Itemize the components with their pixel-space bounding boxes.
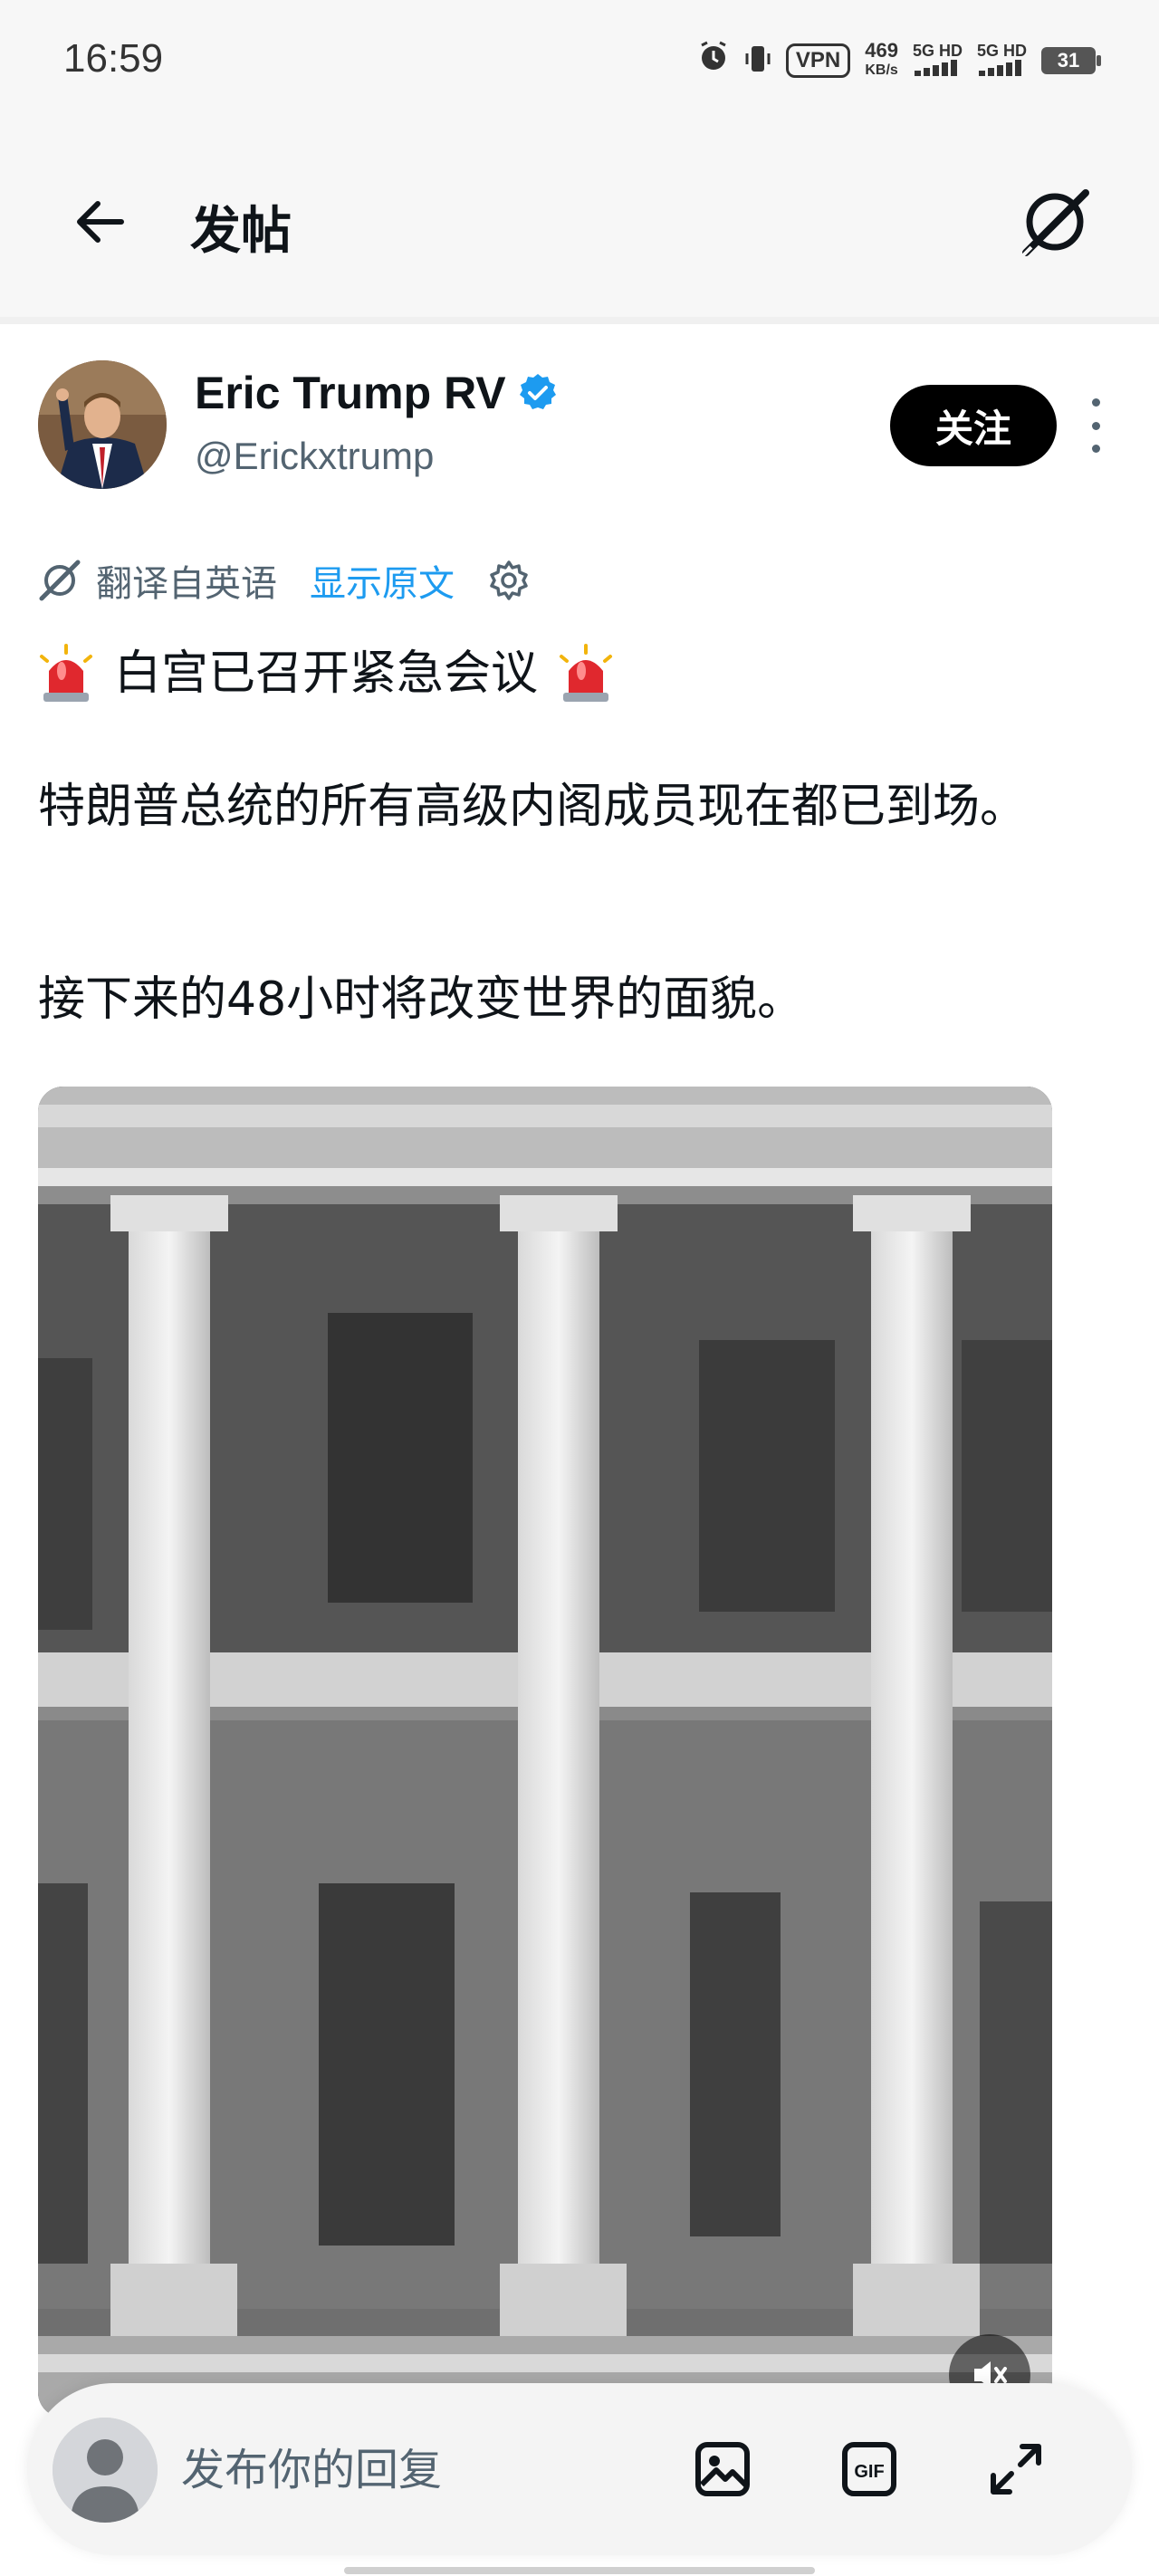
user-avatar[interactable] <box>53 2418 158 2523</box>
author-handle[interactable]: @Erickxtrump <box>195 435 434 478</box>
siren-emoji-icon <box>560 644 613 702</box>
speed-value: 469 <box>865 38 898 62</box>
grok-button[interactable] <box>1014 181 1096 263</box>
signal-2-label: 5G HD <box>976 41 1027 60</box>
tweet-paragraph-2: 接下来的48小时将改变世界的面貌。 <box>38 972 805 1027</box>
signal-1: 5G HD <box>913 42 963 80</box>
more-options-button[interactable] <box>1082 398 1109 453</box>
add-gif-button[interactable]: GIF <box>833 2433 905 2505</box>
author-avatar[interactable] <box>38 360 167 489</box>
tweet-headline: 白宫已召开紧急会议 <box>38 641 1106 706</box>
status-time: 16:59 <box>63 36 164 81</box>
translation-row: 翻译自英语 显示原文 <box>38 554 531 607</box>
more-dot <box>1091 398 1100 407</box>
grok-icon <box>1020 189 1089 258</box>
reply-bar: GIF <box>27 2383 1132 2555</box>
reply-input[interactable] <box>179 2439 654 2501</box>
signal-2-bars-icon <box>979 59 1022 76</box>
default-avatar-icon <box>53 2418 158 2523</box>
arrow-left-icon <box>77 201 124 243</box>
tweet-video[interactable] <box>38 1087 1052 2418</box>
more-dot <box>1091 421 1100 430</box>
show-original-link[interactable]: 显示原文 <box>310 554 455 607</box>
siren-emoji-icon <box>40 644 92 702</box>
author-name-text: Eric Trump RV <box>195 368 506 418</box>
vpn-badge: VPN <box>785 43 851 78</box>
headline-text: 白宫已召开紧急会议 <box>114 646 539 701</box>
status-icons: VPN 469 KB/s 5G HD 5G HD 31 <box>697 38 1101 81</box>
more-dot <box>1091 445 1100 453</box>
add-image-button[interactable] <box>686 2433 759 2505</box>
tweet-paragraph-1: 特朗普总统的所有高级内阁成员现在都已到场。 <box>38 780 1028 834</box>
back-button[interactable] <box>63 186 136 258</box>
vibrate-icon <box>744 43 771 79</box>
network-speed: 469 KB/s <box>865 38 898 81</box>
expand-icon <box>991 2444 1041 2495</box>
alarm-icon <box>697 40 730 81</box>
translated-from-label: 翻译自英语 <box>96 563 277 605</box>
svg-text:GIF: GIF <box>854 2462 884 2482</box>
signal-2: 5G HD <box>977 42 1027 80</box>
status-bar: 16:59 VPN 469 KB/s 5G HD 5G HD 31 <box>0 0 1159 127</box>
app-header: 发帖 <box>0 127 1159 324</box>
verified-badge-icon <box>519 374 556 409</box>
home-indicator[interactable] <box>344 2567 815 2574</box>
page-title: 发帖 <box>190 202 292 261</box>
translation-settings-button[interactable] <box>487 559 531 602</box>
author-name[interactable]: Eric Trump RV <box>195 367 559 419</box>
gif-icon: GIF <box>842 2442 896 2496</box>
gear-icon <box>490 560 528 600</box>
video-frame-white-house <box>38 1087 1052 2418</box>
speed-unit: KB/s <box>865 62 898 78</box>
signal-1-bars-icon <box>915 59 958 76</box>
signal-1-label: 5G HD <box>912 41 963 60</box>
grok-translate-icon <box>39 560 81 601</box>
follow-button[interactable]: 关注 <box>890 385 1057 466</box>
expand-composer-button[interactable] <box>980 2433 1052 2505</box>
image-icon <box>695 2442 750 2496</box>
battery-indicator: 31 <box>1041 46 1101 74</box>
